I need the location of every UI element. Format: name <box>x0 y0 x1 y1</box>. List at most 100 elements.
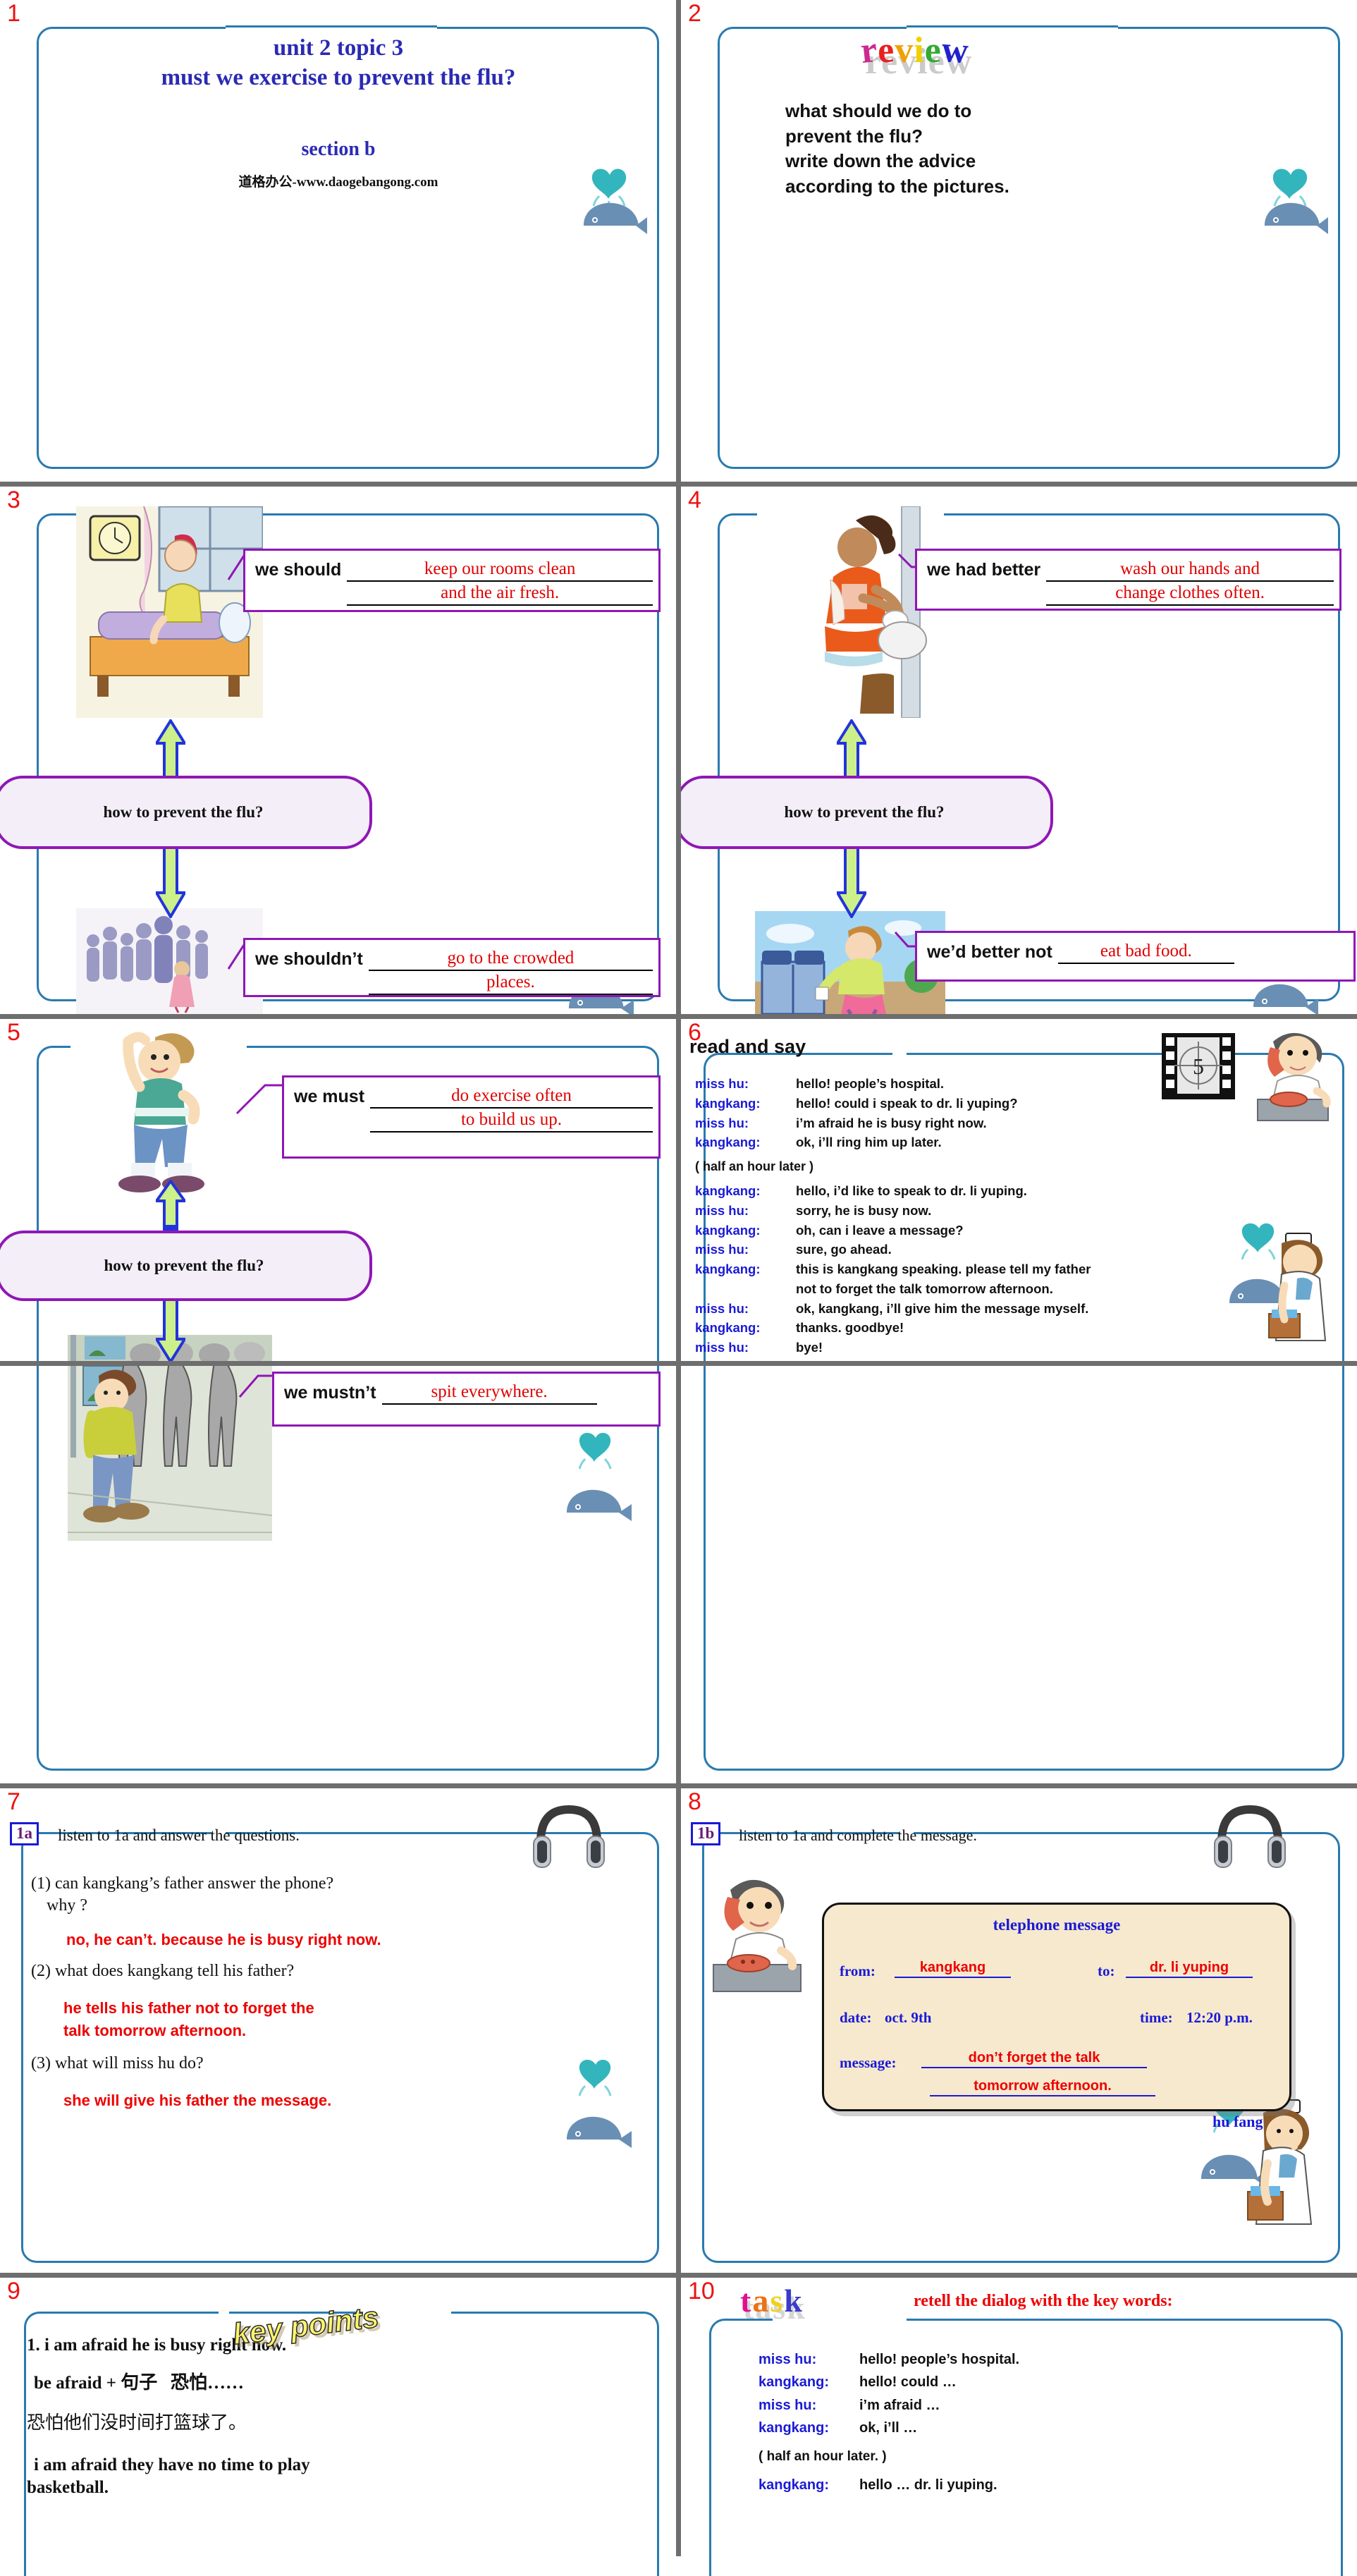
from-value[interactable]: kangkang <box>895 1960 1011 1978</box>
time-value: 12:20 p.m. <box>1186 2009 1253 2026</box>
utterance: i’m afraid … <box>859 2397 940 2413</box>
speaker: miss hu: <box>695 1340 749 1355</box>
frame-top-accent <box>907 25 1118 28</box>
slide-9-upper[interactable]: 9 key points 1. i am afraid he is busy r… <box>0 2278 676 2576</box>
dialog-line: kangkang: hello! could … <box>759 2371 1322 2393</box>
boy-exercising-picture <box>70 1025 247 1197</box>
prompt-line-2: prevent the flu? <box>785 125 923 147</box>
from-label: from: <box>840 1962 876 1979</box>
advice-callout-bottom[interactable]: we’d better not eat bad food. <box>915 931 1356 982</box>
prompt-line-4: according to the pictures. <box>785 175 1009 197</box>
title-line-2: must we exercise to prevent the flu? <box>161 64 516 90</box>
review-letter-w: w <box>940 29 971 72</box>
slide-5-lower[interactable]: we mustn’t spit everywhere. <box>0 1366 676 1783</box>
message-card-title: telephone message <box>993 1916 1121 1934</box>
question-1-line-1: (1) can kangkang’s father answer the pho… <box>31 1874 334 1893</box>
telephone-message-card: telephone message from: kangkang to: dr.… <box>822 1903 1291 2111</box>
utterance: i’m afraid he is busy right now. <box>796 1115 987 1130</box>
frame-top-accent <box>907 1053 1167 1055</box>
slide-10-upper[interactable]: 10 task task retell the dialog with the … <box>681 2278 1357 2576</box>
speaker: kangkang: <box>759 2374 830 2391</box>
slide-number: 3 <box>7 487 20 513</box>
speaker: kangkang: <box>695 1262 761 1276</box>
answer-1: no, he can’t. because he is busy right n… <box>66 1931 381 1949</box>
slide-7[interactable]: 7 1a listen to 1a and answer the questio… <box>0 1788 676 2273</box>
advice-callout-top[interactable]: we must do exercise often to build us up… <box>282 1075 661 1159</box>
answer-line-1: wash our hands and <box>1046 558 1334 582</box>
dialog-part-1: miss hu: hello! people’s hospital. kangk… <box>695 1074 1308 1357</box>
slide-1[interactable]: 1 unit 2 topic 3 must we exercise to pre… <box>0 0 676 482</box>
dialog-line: kangkang: this is kangkang speaking. ple… <box>695 1259 1308 1279</box>
task-letter-a: a <box>752 2283 770 2319</box>
slide-8-instruction: listen to 1a and complete the message. <box>739 1826 977 1844</box>
exercise-tag-1b[interactable]: 1b <box>691 1822 721 1846</box>
utterance: hello! could i speak to dr. li yuping? <box>796 1095 1018 1111</box>
center-question-text: how to prevent the flu? <box>104 1257 264 1274</box>
message-value-line-2[interactable]: tomorrow afternoon. <box>930 2078 1155 2096</box>
task-letter-k: k <box>784 2283 804 2319</box>
slide-5-upper[interactable]: 5 we must do exercise often to build us … <box>0 1019 676 1361</box>
slide-6-upper[interactable]: 6 read and say 5 miss hu: hello! people’… <box>681 1019 1357 1361</box>
prompt-line-3: write down the advice <box>785 150 976 172</box>
answer-3: she will give his father the message. <box>63 2091 332 2109</box>
slide-3[interactable]: 3 we should keep our rooms clean and the… <box>0 487 676 1014</box>
dialog-line: kangkang: ok, i’ll ring him up later. <box>695 1133 1308 1152</box>
callout-lead: we should <box>255 560 342 580</box>
answer-line-1: do exercise often <box>370 1085 653 1109</box>
answer-line-1: spit everywhere. <box>381 1381 597 1405</box>
center-question-oval: how to prevent the flu? <box>0 776 372 849</box>
date-label: date: <box>840 2009 872 2026</box>
to-value[interactable]: dr. li yuping <box>1126 1960 1253 1978</box>
utterance: hello, i’d like to speak to dr. li yupin… <box>796 1183 1027 1198</box>
utterance: ok, i’ll … <box>859 2420 918 2436</box>
advice-callout-bottom[interactable]: we mustn’t spit everywhere. <box>272 1372 661 1427</box>
utterance: this is kangkang speaking. please tell m… <box>796 1262 1091 1276</box>
slide-border <box>718 27 1340 469</box>
utterance: ok, i’ll ring him up later. <box>796 1135 942 1150</box>
speaker: kangkang: <box>695 1320 761 1336</box>
utterance: hello … dr. li yuping. <box>859 2477 997 2493</box>
film-icon: 5 <box>1160 1027 1236 1107</box>
key-points-body: 1. i am afraid he is busy right now. be … <box>27 2334 654 2498</box>
dialog-line: kangkang: hello … dr. li yuping. <box>759 2474 1322 2496</box>
slide-1-title: unit 2 topic 3 must we exercise to preve… <box>42 34 634 92</box>
title-line-1: unit 2 topic 3 <box>273 35 404 61</box>
up-arrow-top <box>156 1180 185 1235</box>
exercise-tag-1a[interactable]: 1a <box>10 1822 39 1846</box>
utterance: hello! could … <box>859 2374 957 2391</box>
slide-2[interactable]: 2 review review what should we do to pre… <box>681 0 1357 482</box>
advice-callout-top[interactable]: we should keep our rooms clean and the a… <box>243 549 661 612</box>
review-letter-v: v <box>895 30 914 71</box>
task-letter-s: s <box>770 2283 785 2319</box>
advice-callout-top[interactable]: we had better wash our hands and change … <box>915 549 1341 611</box>
slide-number: 9 <box>7 2278 20 2305</box>
dialog-stage-note: ( half an hour later. ) <box>759 2448 887 2464</box>
slide-8[interactable]: 8 1b listen to 1a and complete the messa… <box>681 1788 1357 2273</box>
utterance: sure, go ahead. <box>796 1242 892 1257</box>
message-value-line-1[interactable]: don’t forget the talk <box>921 2050 1147 2068</box>
slide-number: 1 <box>7 0 20 27</box>
slide-grid: 1 unit 2 topic 3 must we exercise to pre… <box>0 0 1357 2576</box>
question-list: (1) can kangkang’s father answer the pho… <box>31 1873 651 2111</box>
callout-lead: we shouldn’t <box>255 949 363 969</box>
utterance: thanks. goodbye! <box>796 1320 904 1336</box>
slide-number: 5 <box>7 1019 20 1046</box>
down-arrow-bottom <box>156 838 185 918</box>
slide-6-lower[interactable] <box>681 1366 1357 1783</box>
slide-number: 7 <box>7 1788 20 1815</box>
slide-number: 8 <box>688 1788 701 1815</box>
speaker: kangkang: <box>695 1135 761 1150</box>
dialog-line: miss hu: i’m afraid … <box>759 2394 1322 2417</box>
callout-answer: spit everywhere. <box>381 1381 597 1405</box>
advice-callout-bottom[interactable]: we shouldn’t go to the crowded places. <box>243 938 661 997</box>
speaker: miss hu: <box>759 2397 817 2413</box>
date-value: oct. 9th <box>885 2009 932 2026</box>
boy-on-phone-picture <box>1249 1026 1339 1125</box>
dialog-line: miss hu: sorry, he is busy now. <box>695 1201 1308 1221</box>
review-letter-e: e <box>876 30 896 71</box>
girl-making-bed-picture <box>76 506 263 718</box>
key-point-1-example-en-line-1: i am afraid they have no time to play <box>34 2455 310 2475</box>
slide-4[interactable]: 4 we had better wash our hands and chang… <box>681 487 1357 1014</box>
callout-leader-top <box>235 1084 283 1115</box>
callout-lead: we must <box>294 1087 365 1106</box>
